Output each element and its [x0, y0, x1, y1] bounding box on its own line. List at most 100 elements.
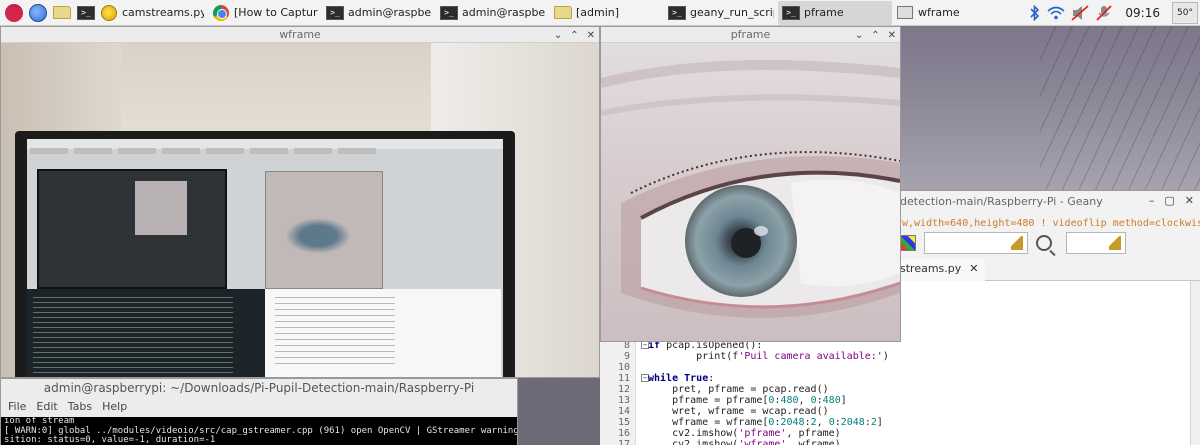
menu-tabs[interactable]: Tabs	[68, 400, 92, 413]
taskbar-task-browser[interactable]: [How to Capture S...	[208, 1, 322, 25]
web-browser-icon[interactable]	[28, 3, 48, 23]
microphone-muted-icon[interactable]	[1095, 5, 1113, 21]
goto-line-field[interactable]	[1066, 232, 1126, 254]
minimize-icon[interactable]: ⌄	[554, 30, 562, 41]
terminal-icon: >_	[440, 5, 458, 21]
line-number: 11	[617, 373, 630, 384]
volume-muted-icon[interactable]	[1071, 5, 1089, 21]
maximize-icon[interactable]: ⌃	[871, 30, 879, 41]
clear-icon[interactable]	[1011, 236, 1023, 250]
code-line: 17 cv2.imshow('wframe', wframe)	[600, 439, 1190, 445]
taskbar: >_ camstreams.py - /... [How to Capture …	[0, 0, 1200, 26]
taskbar-task-geany-run[interactable]: >_ geany_run_script_...	[664, 1, 778, 25]
terminal-menubar: File Edit Tabs Help	[1, 396, 517, 416]
python-file-icon	[100, 4, 118, 21]
editor-scrollbar[interactable]	[1190, 281, 1200, 445]
menu-help[interactable]: Help	[102, 400, 127, 413]
wifi-icon[interactable]	[1047, 6, 1065, 20]
launcher-group: >_	[0, 0, 96, 26]
terminal-titlebar[interactable]: admin@raspberrypi: ~/Downloads/Pi-Pupil-…	[1, 379, 517, 396]
line-number: 9	[623, 351, 630, 362]
folder-icon	[554, 5, 572, 21]
code-text: cv2.imshow('pframe', pframe)	[648, 428, 841, 439]
maximize-icon[interactable]: ▢	[1164, 194, 1174, 207]
clear-icon[interactable]	[1109, 236, 1121, 250]
taskbar-task-folder[interactable]: [admin]	[550, 1, 664, 25]
wframe-window-buttons: ⌄ ⌃ ✕	[554, 27, 595, 43]
code-line: 9 print(f'Puil camera available:')	[600, 351, 1190, 362]
code-text: while True:	[648, 373, 715, 384]
terminal-launcher-icon[interactable]: >_	[76, 3, 96, 23]
close-icon[interactable]: ✕	[1185, 194, 1194, 207]
window-icon	[896, 5, 914, 21]
taskbar-task-pframe[interactable]: >_ pframe	[778, 0, 892, 25]
code-line: 12 pret, pframe = pcap.read()	[600, 384, 1190, 395]
pframe-window: pframe ⌄ ⌃ ✕	[600, 26, 901, 342]
pframe-window-buttons: ⌄ ⌃ ✕	[855, 27, 896, 43]
geany-window-buttons: – ▢ ✕	[1149, 194, 1194, 207]
terminal-icon: >_	[326, 5, 344, 21]
wframe-titlebar[interactable]: wframe ⌄ ⌃ ✕	[1, 27, 599, 43]
line-number: 13	[617, 395, 630, 406]
menu-edit[interactable]: Edit	[36, 400, 57, 413]
line-number: 14	[617, 406, 630, 417]
tab-label: streams.py	[900, 262, 962, 275]
code-text: wframe = wframe[0:2048:2, 0:2048:2]	[648, 417, 883, 428]
minimize-icon[interactable]: –	[1149, 194, 1155, 207]
wallpaper-branches	[1040, 26, 1200, 196]
pframe-title: pframe	[730, 28, 771, 41]
line-number: 12	[617, 384, 630, 395]
taskbar-task-wframe[interactable]: wframe	[892, 1, 1006, 25]
tab-close-icon[interactable]: ✕	[969, 262, 978, 281]
wframe-window: wframe ⌄ ⌃ ✕	[0, 26, 600, 378]
minimize-icon[interactable]: ⌄	[855, 30, 863, 41]
pframe-titlebar[interactable]: pframe ⌄ ⌃ ✕	[601, 27, 900, 43]
search-field[interactable]	[924, 232, 1028, 254]
line-number: 10	[617, 362, 630, 373]
code-text: wret, wframe = wcap.read()	[648, 406, 829, 417]
code-text: pret, pframe = pcap.read()	[648, 384, 829, 395]
close-icon[interactable]: ✕	[587, 30, 595, 41]
monitor-screen	[27, 139, 503, 377]
line-number: 16	[617, 428, 630, 439]
code-line: 15 wframe = wframe[0:2048:2, 0:2048:2]	[600, 417, 1190, 428]
raspberry-menu-icon[interactable]	[4, 3, 24, 23]
terminal-window: admin@raspberrypi: ~/Downloads/Pi-Pupil-…	[0, 378, 518, 445]
line-number: 15	[617, 417, 630, 428]
geany-toolbar	[900, 227, 1200, 259]
code-line: 10	[600, 362, 1190, 373]
tab-camstreams[interactable]: streams.py ✕	[900, 259, 985, 281]
pupil-camera-frame	[601, 43, 900, 341]
clock[interactable]: 09:16	[1125, 6, 1160, 20]
file-manager-icon[interactable]	[52, 3, 72, 23]
menu-file[interactable]: File	[8, 400, 26, 413]
search-icon[interactable]	[1036, 235, 1052, 251]
eye-closeup-image	[601, 43, 900, 341]
line-number: 17	[617, 439, 630, 445]
code-text: print(f'Puil camera available:')	[648, 351, 889, 362]
terminal-output[interactable]: ion of stream [ WARN:0] global ../module…	[1, 417, 517, 445]
taskbar-task-terminal-1[interactable]: >_ admin@raspberry...	[322, 1, 436, 25]
terminal-icon: >_	[782, 5, 800, 21]
color-chooser-icon[interactable]	[900, 235, 916, 251]
maximize-icon[interactable]: ⌃	[570, 30, 578, 41]
code-long-line: w,width=640,height=480 ! videoflip metho…	[902, 218, 1200, 229]
monitor-in-frame	[15, 131, 515, 377]
geany-title: detection-main/Raspberry-Pi - Geany	[900, 195, 1103, 208]
terminal-line: sition: status=0, value=-1, duration=-1	[4, 435, 216, 445]
code-line: 11− while True:	[600, 373, 1190, 384]
cpu-temperature[interactable]: 50°	[1172, 2, 1198, 24]
code-text: pframe = pframe[0:480, 0:480]	[648, 395, 847, 406]
taskbar-task-terminal-2[interactable]: >_ admin@raspberry...	[436, 1, 550, 25]
code-text: cv2.imshow('wframe', wframe)	[648, 439, 841, 445]
system-tray: 09:16 50°	[1029, 0, 1200, 26]
terminal-icon: >_	[668, 5, 686, 21]
world-camera-frame	[1, 43, 599, 377]
geany-tab-bar: streams.py ✕	[900, 259, 1200, 281]
close-icon[interactable]: ✕	[888, 30, 896, 41]
code-line: 13 pframe = pframe[0:480, 0:480]	[600, 395, 1190, 406]
code-line: 16 cv2.imshow('pframe', pframe)	[600, 428, 1190, 439]
taskbar-task-camstreams[interactable]: camstreams.py - /...	[96, 1, 208, 25]
bluetooth-icon[interactable]	[1029, 5, 1041, 21]
desktop: >_ camstreams.py - /... [How to Capture …	[0, 0, 1200, 445]
